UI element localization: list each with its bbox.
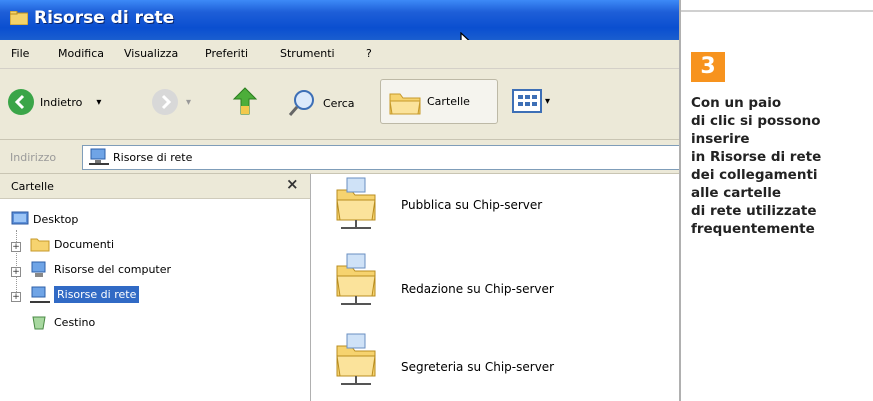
network-share-folder-icon — [336, 253, 376, 305]
folders-label: Cartelle — [427, 95, 470, 108]
menu-preferiti[interactable]: Preferiti — [205, 47, 248, 60]
address-label: Indirizzo — [10, 151, 57, 164]
back-label: Indietro — [40, 95, 83, 109]
back-arrow-icon — [8, 89, 34, 115]
back-dropdown-icon[interactable]: ▾ — [96, 97, 101, 108]
explorer-window: Risorse di rete File Modifica Visualizza… — [0, 0, 679, 401]
recycle-bin-icon — [32, 316, 46, 330]
toolbar: Indietro ▾ ▾ Cerca Cartelle ▾ — [0, 69, 679, 140]
network-icon — [30, 286, 50, 303]
expand-icon[interactable]: + — [11, 242, 21, 252]
caption-box: 3 Con un paio di clic si possono inserir… — [691, 52, 866, 238]
forward-button[interactable]: ▾ — [152, 89, 191, 115]
menu-strumenti[interactable]: Strumenti — [280, 47, 335, 60]
menu-modifica[interactable]: Modifica — [58, 47, 104, 60]
folders-pane-title: Cartelle — [11, 180, 54, 193]
network-share-folder-icon — [336, 177, 376, 229]
tree-label: Documenti — [54, 238, 115, 251]
share-name: Redazione su Chip-server — [401, 282, 554, 296]
network-share-folder-icon — [336, 333, 376, 385]
folder-icon — [389, 93, 421, 114]
address-field[interactable]: Risorse di rete — [82, 145, 679, 170]
search-button[interactable]: Cerca — [287, 88, 355, 118]
caption-text: Con un paio di clic si possono inserire … — [691, 95, 822, 237]
share-name: Pubblica su Chip-server — [401, 198, 543, 212]
folders-pane: Cartelle × Desktop + Documenti + Risorse… — [0, 174, 311, 401]
share-name: Segreteria su Chip-server — [401, 360, 555, 374]
tree-label-selected: Risorse di rete — [54, 286, 140, 303]
forward-arrow-icon — [152, 89, 178, 115]
content-pane: Pubblica su Chip-server Redazione su Chi… — [311, 174, 679, 401]
window-title: Risorse di rete — [34, 8, 175, 28]
address-value: Risorse di rete — [113, 151, 193, 164]
menu-bar: File Modifica Visualizza Preferiti Strum… — [0, 40, 679, 69]
share-item[interactable]: Segreteria su Chip-server — [331, 332, 671, 392]
desktop-icon — [11, 211, 29, 225]
expand-icon[interactable]: + — [11, 292, 21, 302]
computer-icon — [31, 261, 46, 277]
tree-label: Desktop — [33, 213, 79, 226]
network-icon — [89, 148, 109, 165]
share-item[interactable]: Pubblica su Chip-server — [331, 176, 671, 236]
search-icon — [288, 90, 314, 116]
search-label: Cerca — [323, 96, 355, 110]
up-folder-button[interactable] — [232, 86, 258, 116]
forward-dropdown-icon[interactable]: ▾ — [186, 97, 191, 108]
address-bar: Indirizzo Risorse di rete — [0, 140, 679, 174]
up-arrow-icon — [232, 87, 258, 115]
menu-help[interactable]: ? — [366, 47, 372, 60]
back-button[interactable]: Indietro ▾ — [8, 89, 101, 115]
title-bar[interactable]: Risorse di rete — [0, 0, 679, 40]
folders-button[interactable]: Cartelle — [380, 79, 498, 124]
folder-icon — [30, 238, 50, 252]
column-divider — [679, 0, 681, 401]
close-icon[interactable]: × — [286, 175, 299, 193]
views-icon — [512, 89, 542, 113]
tree-label: Cestino — [54, 316, 96, 329]
top-rule — [681, 10, 873, 12]
views-dropdown-icon: ▾ — [545, 95, 551, 107]
step-badge: 3 — [691, 52, 725, 82]
expand-icon[interactable]: + — [11, 267, 21, 277]
share-item[interactable]: Redazione su Chip-server — [331, 252, 671, 312]
tree-label: Risorse del computer — [54, 263, 172, 276]
network-folder-icon — [10, 11, 28, 25]
menu-file[interactable]: File — [11, 47, 29, 60]
tree-connector — [16, 230, 17, 300]
folders-pane-header: Cartelle × — [0, 174, 310, 199]
menu-visualizza[interactable]: Visualizza — [124, 47, 178, 60]
views-button[interactable]: ▾ — [512, 88, 550, 114]
